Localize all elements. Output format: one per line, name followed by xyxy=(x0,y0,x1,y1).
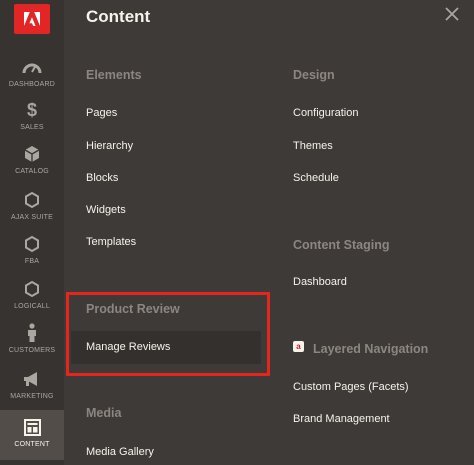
section-elements-title: Elements xyxy=(86,68,142,82)
nav-marketing[interactable]: MARKETING xyxy=(0,368,64,414)
link-widgets[interactable]: Widgets xyxy=(86,204,126,216)
nav-customers-label: CUSTOMERS xyxy=(8,347,56,354)
hexagon-icon xyxy=(24,278,40,300)
layout-icon xyxy=(23,416,41,438)
nav-dashboard-label: DASHBOARD xyxy=(8,81,56,88)
link-brand-management[interactable]: Brand Management xyxy=(293,413,390,425)
link-schedule[interactable]: Schedule xyxy=(293,172,339,184)
nav-content[interactable]: CONTENT xyxy=(0,410,64,460)
nav-catalog[interactable]: CATALOG xyxy=(0,143,64,189)
nav-logicall-label: LOGICALL xyxy=(14,303,50,310)
link-themes[interactable]: Themes xyxy=(293,140,333,152)
nav-sales-label: SALES xyxy=(20,124,44,131)
hexagon-icon xyxy=(24,189,40,211)
link-templates[interactable]: Templates xyxy=(86,236,136,248)
cube-icon xyxy=(24,143,40,165)
nav-fba[interactable]: FBA xyxy=(0,233,64,279)
nav-content-label: CONTENT xyxy=(14,441,50,448)
section-media-title: Media xyxy=(86,406,122,420)
nav-catalog-label: CATALOG xyxy=(15,168,49,175)
section-layered-navigation-title: Layered Navigation xyxy=(313,342,429,356)
adobe-logo[interactable] xyxy=(14,4,50,34)
link-pages[interactable]: Pages xyxy=(86,107,117,119)
link-hierarchy[interactable]: Hierarchy xyxy=(86,140,133,152)
section-design-title: Design xyxy=(293,68,335,82)
highlight-box xyxy=(66,292,270,376)
panel-title: Content xyxy=(86,7,151,26)
nav-logicall[interactable]: LOGICALL xyxy=(0,278,64,324)
admin-sidebar: DASHBOARD $ SALES CATALOG AJAX SUITE FBA… xyxy=(0,0,64,465)
link-blocks[interactable]: Blocks xyxy=(86,172,118,184)
link-custom-pages-facets[interactable]: Custom Pages (Facets) xyxy=(293,381,409,393)
person-icon xyxy=(26,322,38,344)
hexagon-icon xyxy=(24,233,40,255)
link-staging-dashboard[interactable]: Dashboard xyxy=(293,276,347,288)
nav-ajax-suite[interactable]: AJAX SUITE xyxy=(0,189,64,235)
nav-dashboard[interactable]: DASHBOARD xyxy=(0,56,64,102)
megaphone-icon xyxy=(22,368,42,390)
link-media-gallery[interactable]: Media Gallery xyxy=(86,446,154,458)
dollar-icon: $ xyxy=(26,99,37,120)
nav-customers[interactable]: CUSTOMERS xyxy=(0,322,64,368)
dashboard-icon xyxy=(22,56,42,78)
close-icon[interactable] xyxy=(442,4,462,24)
layered-navigation-icon: a xyxy=(293,341,304,352)
adobe-logo-icon xyxy=(24,12,40,26)
nav-ajax-suite-label: AJAX SUITE xyxy=(10,214,54,221)
link-configuration[interactable]: Configuration xyxy=(293,107,358,119)
nav-fba-label: FBA xyxy=(24,258,40,265)
nav-sales[interactable]: $ SALES xyxy=(0,99,64,145)
nav-marketing-label: MARKETING xyxy=(10,393,54,400)
section-content-staging-title: Content Staging xyxy=(293,238,390,252)
